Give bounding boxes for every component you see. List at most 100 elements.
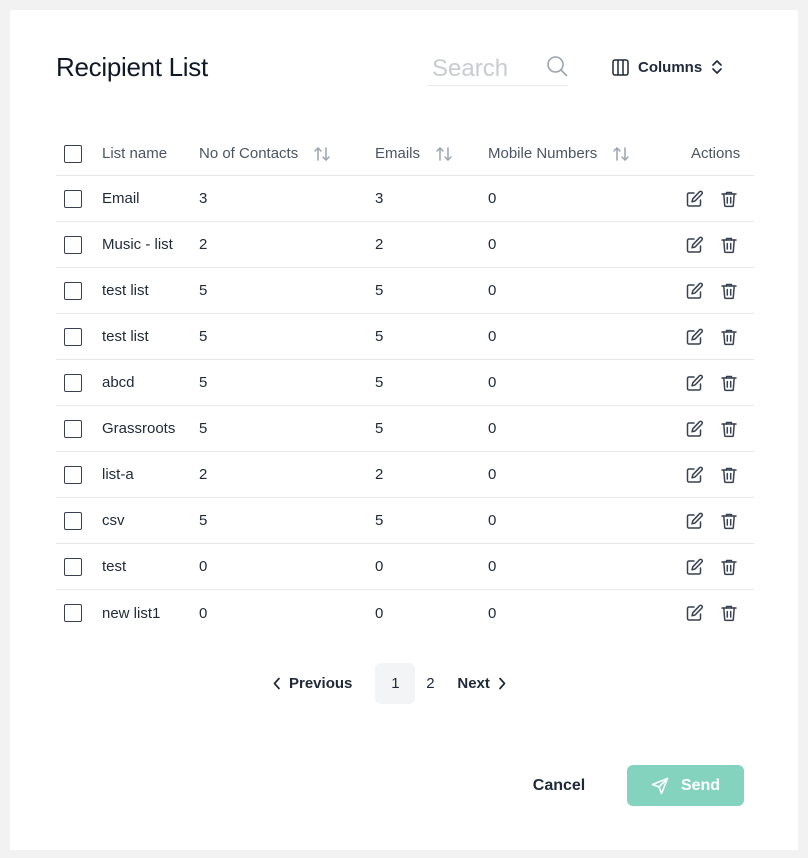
cell-mobile-numbers: 0	[488, 512, 497, 529]
header-emails-label: Emails	[375, 145, 421, 162]
cell-no-of-contacts: 0	[199, 604, 208, 622]
edit-icon[interactable]	[686, 558, 704, 576]
cell-emails: 5	[375, 420, 384, 437]
cell-mobile-numbers: 0	[488, 374, 497, 391]
cell-emails: 5	[375, 282, 384, 299]
edit-icon[interactable]	[686, 236, 704, 254]
edit-icon[interactable]	[686, 512, 704, 530]
row-checkbox[interactable]	[64, 327, 82, 346]
cell-emails: 5	[375, 512, 384, 529]
edit-icon[interactable]	[686, 604, 704, 622]
trash-icon[interactable]	[720, 466, 738, 484]
cell-actions	[686, 498, 738, 543]
page-2-button[interactable]: 2	[420, 663, 440, 704]
cell-no-of-contacts: 2	[199, 466, 208, 483]
trash-icon[interactable]	[720, 190, 738, 208]
header-list-name[interactable]: List name	[102, 132, 167, 175]
send-label: Send	[680, 776, 721, 794]
trash-icon[interactable]	[720, 236, 738, 254]
search-box	[428, 50, 568, 86]
previous-label: Previous	[289, 674, 353, 692]
cell-no-of-contacts: 5	[199, 282, 208, 299]
modal-title: Recipient List	[56, 52, 208, 82]
columns-button[interactable]: Columns	[612, 54, 723, 80]
select-all-checkbox[interactable]	[64, 144, 82, 163]
cell-list-name: Music - list	[102, 236, 173, 253]
header-mobile-numbers[interactable]: Mobile Numbers	[488, 132, 630, 175]
cell-list-name: abcd	[102, 374, 135, 391]
cancel-button[interactable]: Cancel	[520, 766, 598, 806]
edit-icon[interactable]	[686, 190, 704, 208]
table-header: List name No of Contacts Emails Mobile N…	[56, 132, 754, 176]
header-emails[interactable]: Emails	[375, 132, 453, 175]
previous-page-button[interactable]: Previous	[273, 675, 352, 692]
cell-list-name: test	[102, 558, 127, 575]
edit-icon[interactable]	[686, 282, 704, 300]
row-checkbox[interactable]	[64, 281, 82, 300]
cell-actions	[686, 590, 738, 636]
trash-icon[interactable]	[720, 374, 738, 392]
paper-plane-icon	[651, 777, 669, 794]
trash-icon[interactable]	[720, 512, 738, 530]
cell-emails: 2	[375, 236, 384, 253]
send-button[interactable]: Send	[627, 765, 744, 806]
trash-icon[interactable]	[720, 604, 738, 622]
search-icon[interactable]	[546, 55, 568, 82]
cell-list-name: test list	[102, 328, 149, 345]
sort-arrows-icon[interactable]	[313, 146, 331, 162]
cell-mobile-numbers: 0	[488, 190, 497, 207]
cell-mobile-numbers: 0	[488, 236, 497, 253]
cell-actions	[686, 452, 738, 497]
header-no-of-contacts-label: No of Contacts	[199, 145, 299, 162]
cell-actions	[686, 360, 738, 405]
table-row: new list1 0 0 0	[56, 590, 754, 636]
row-checkbox[interactable]	[64, 419, 82, 438]
header-actions: Actions	[691, 145, 741, 162]
trash-icon[interactable]	[720, 420, 738, 438]
cell-no-of-contacts: 0	[199, 558, 208, 575]
cell-mobile-numbers: 0	[488, 282, 497, 299]
row-checkbox[interactable]	[64, 235, 82, 254]
edit-icon[interactable]	[686, 466, 704, 484]
cell-list-name: Email	[102, 190, 140, 207]
cell-list-name: new list1	[102, 604, 161, 622]
table-row: csv 5 5 0	[56, 498, 754, 544]
table-row: test list 5 5 0	[56, 314, 754, 360]
row-checkbox[interactable]	[64, 557, 82, 576]
search-input[interactable]	[432, 54, 542, 84]
cell-emails: 0	[375, 558, 384, 575]
row-checkbox[interactable]	[64, 465, 82, 484]
row-checkbox[interactable]	[64, 511, 82, 530]
edit-icon[interactable]	[686, 328, 704, 346]
next-page-button[interactable]: Next	[457, 675, 506, 692]
chevron-up-down-icon	[711, 58, 723, 76]
trash-icon[interactable]	[720, 558, 738, 576]
table-row: Email 3 3 0	[56, 176, 754, 222]
cell-mobile-numbers: 0	[488, 558, 497, 575]
sort-arrows-icon[interactable]	[612, 146, 630, 162]
sort-arrows-icon[interactable]	[435, 146, 453, 162]
trash-icon[interactable]	[720, 282, 738, 300]
chevron-right-icon	[499, 677, 506, 689]
cell-emails: 3	[375, 190, 384, 207]
trash-icon[interactable]	[720, 328, 738, 346]
cell-no-of-contacts: 5	[199, 420, 208, 437]
row-checkbox[interactable]	[64, 604, 82, 622]
cell-emails: 5	[375, 374, 384, 391]
header-no-of-contacts[interactable]: No of Contacts	[199, 132, 331, 175]
edit-icon[interactable]	[686, 420, 704, 438]
edit-icon[interactable]	[686, 374, 704, 392]
row-checkbox[interactable]	[64, 189, 82, 208]
cell-actions	[686, 406, 738, 451]
table-row: test list 5 5 0	[56, 268, 754, 314]
cell-mobile-numbers: 0	[488, 604, 497, 622]
columns-label: Columns	[638, 58, 703, 76]
row-checkbox[interactable]	[64, 373, 82, 392]
header-mobile-numbers-label: Mobile Numbers	[488, 145, 598, 162]
page-1-button[interactable]: 1	[375, 662, 416, 704]
chevron-left-icon	[273, 677, 280, 689]
cell-actions	[686, 222, 738, 267]
cell-list-name: csv	[102, 512, 125, 529]
table-row: abcd 5 5 0	[56, 360, 754, 406]
next-label: Next	[457, 674, 490, 692]
